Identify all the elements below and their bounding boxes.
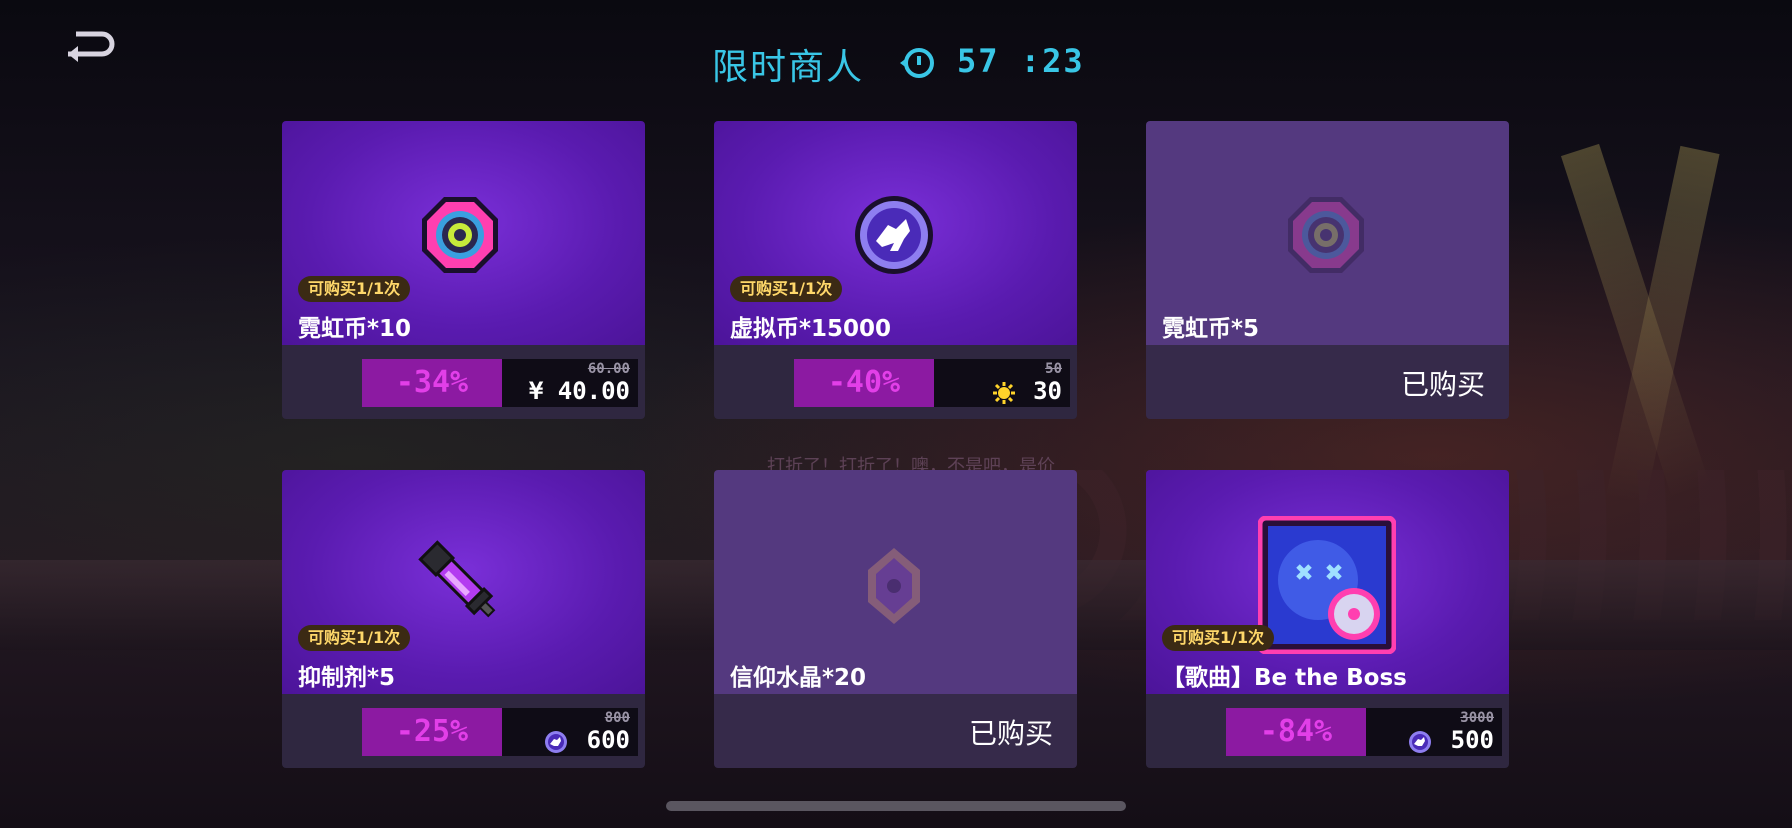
shop-item-card[interactable]: 可购买1/1次 抑制剂*5 -25% 800 600 xyxy=(282,470,645,768)
virtual-coin-icon xyxy=(1409,731,1431,753)
current-price: ¥ 40.00 xyxy=(529,377,630,405)
item-name: 虚拟币*15000 xyxy=(730,316,892,342)
sun-gem-icon xyxy=(993,382,1015,404)
original-price: 800 xyxy=(604,710,630,726)
shop-item-card[interactable]: 霓虹币*5 已购买 xyxy=(1146,121,1509,419)
purchase-limit-badge: 可购买1/1次 xyxy=(298,276,411,302)
buy-button[interactable]: 60.00 ¥ 40.00 xyxy=(502,359,638,407)
purchase-limit-badge: 可购买1/1次 xyxy=(1162,625,1275,651)
item-name: 信仰水晶*20 xyxy=(730,665,867,691)
buy-button[interactable]: 800 600 xyxy=(502,708,638,756)
countdown-timer: 57 :23 xyxy=(957,42,1085,80)
faith-crystal-icon xyxy=(868,548,920,624)
original-price: 50 xyxy=(1045,361,1062,377)
buy-button[interactable]: 50 30 xyxy=(934,359,1070,407)
shop-item-card[interactable]: 可购买1/1次 霓虹币*10 -34% 60.00 ¥ 40.00 xyxy=(282,121,645,419)
price-value: 500 xyxy=(1450,726,1494,754)
original-price: 3000 xyxy=(1460,710,1494,726)
shop-item-card[interactable]: 可购买1/1次 【歌曲】Be the Boss -84% 3000 500 xyxy=(1146,470,1509,768)
price-value: 30 xyxy=(1033,377,1062,405)
purchase-limit-badge: 可购买1/1次 xyxy=(298,625,411,651)
clock-icon xyxy=(900,48,934,78)
neon-coin-icon xyxy=(422,197,498,273)
back-button[interactable] xyxy=(62,24,118,64)
neon-coin-icon xyxy=(1288,197,1364,273)
home-indicator[interactable] xyxy=(666,801,1126,811)
purchased-label: 已购买 xyxy=(968,717,1053,750)
virtual-coin-icon xyxy=(855,196,933,274)
page-title: 限时商人 xyxy=(712,47,865,88)
item-name: 霓虹币*10 xyxy=(298,316,412,342)
price-value: 40.00 xyxy=(557,377,630,405)
item-name: 抑制剂*5 xyxy=(298,665,396,691)
discount-tag: -25% xyxy=(362,708,502,756)
currency-symbol: ¥ xyxy=(528,377,544,405)
back-arrow-icon xyxy=(68,31,115,62)
shop-item-card[interactable]: 可购买1/1次 虚拟币*15000 -40% 50 30 xyxy=(714,121,1077,419)
item-name: 霓虹币*5 xyxy=(1162,316,1260,342)
price-value: 600 xyxy=(586,726,630,754)
original-price: 60.00 xyxy=(587,361,630,377)
discount-tag: -34% xyxy=(362,359,502,407)
discount-tag: -40% xyxy=(794,359,934,407)
shop-item-card[interactable]: 信仰水晶*20 已购买 xyxy=(714,470,1077,768)
purchase-limit-badge: 可购买1/1次 xyxy=(730,276,843,302)
suppressant-icon xyxy=(418,540,496,618)
purchased-label: 已购买 xyxy=(1400,368,1485,401)
discount-tag: -84% xyxy=(1226,708,1366,756)
song-cover-icon xyxy=(1258,516,1396,654)
item-name: 【歌曲】Be the Boss xyxy=(1162,665,1407,691)
virtual-coin-icon xyxy=(545,731,567,753)
buy-button[interactable]: 3000 500 xyxy=(1366,708,1502,756)
